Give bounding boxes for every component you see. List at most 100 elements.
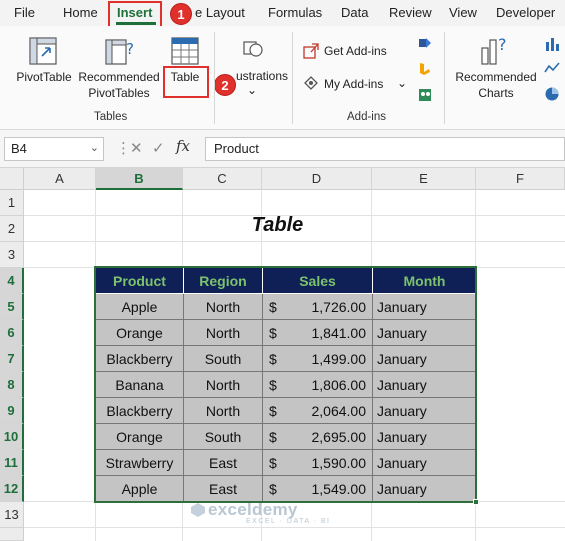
column-chart-icon[interactable]	[544, 36, 560, 52]
cell-sales[interactable]: $2,695.00	[262, 423, 373, 450]
row-header-9[interactable]: 9	[0, 398, 24, 424]
row-header-3[interactable]: 3	[0, 242, 24, 268]
recommended-pivot-tables-label-1[interactable]: Recommended	[78, 70, 160, 85]
people-graph-icon[interactable]	[418, 88, 432, 102]
recommended-charts-label-1[interactable]: Recommended	[452, 70, 540, 85]
menu-home[interactable]: Home	[63, 5, 98, 20]
row-header-14-partial[interactable]	[0, 528, 24, 541]
row-header-8[interactable]: 8	[0, 372, 24, 398]
cell-month[interactable]: January	[372, 449, 477, 476]
row-header-4[interactable]: 4	[0, 268, 24, 294]
recommended-pivot-tables-label-2[interactable]: PivotTables	[78, 86, 160, 101]
ribbon-separator	[444, 32, 445, 124]
cell-region[interactable]: South	[183, 345, 263, 372]
recommended-pivot-tables-icon[interactable]: ?	[104, 36, 136, 68]
menu-developer[interactable]: Developer	[496, 5, 555, 20]
sales-value: 1,549.00	[311, 480, 367, 497]
header-sales[interactable]: Sales	[262, 267, 373, 294]
visio-icon[interactable]	[418, 36, 432, 50]
name-box-dropdown-icon[interactable]: ⌄	[90, 141, 99, 154]
cell-product[interactable]: Orange	[95, 319, 184, 346]
cell-product[interactable]: Apple	[95, 293, 184, 320]
recommended-charts-label-2[interactable]: Charts	[452, 86, 540, 101]
table-icon[interactable]	[170, 36, 200, 66]
row-header-6[interactable]: 6	[0, 320, 24, 346]
my-add-ins-label[interactable]: My Add-ins	[324, 77, 383, 92]
row-header-11[interactable]: 11	[0, 450, 24, 476]
column-header-a[interactable]: A	[24, 168, 96, 190]
cell-product[interactable]: Blackberry	[95, 397, 184, 424]
cell-sales[interactable]: $1,841.00	[262, 319, 373, 346]
illustrations-label[interactable]: ustrations	[236, 69, 288, 84]
cell-product[interactable]: Orange	[95, 423, 184, 450]
menu-review[interactable]: Review	[389, 5, 432, 20]
row-header-2[interactable]: 2	[0, 216, 24, 242]
my-add-ins-dropdown-icon[interactable]: ⌄	[397, 76, 407, 91]
cell-region[interactable]: East	[183, 475, 263, 502]
cell-sales[interactable]: $1,806.00	[262, 371, 373, 398]
cell-month[interactable]: January	[372, 397, 477, 424]
column-header-f[interactable]: F	[476, 168, 565, 190]
cell-month[interactable]: January	[372, 293, 477, 320]
header-region[interactable]: Region	[183, 267, 263, 294]
cell-sales[interactable]: $1,590.00	[262, 449, 373, 476]
cell-region[interactable]: North	[183, 293, 263, 320]
pie-chart-icon[interactable]	[544, 86, 560, 102]
cell-sales[interactable]: $1,549.00	[262, 475, 373, 502]
cell-sales[interactable]: $2,064.00	[262, 397, 373, 424]
menu-page-layout[interactable]: e Layout	[195, 5, 245, 20]
get-add-ins-icon[interactable]	[302, 42, 320, 60]
cell-product[interactable]: Banana	[95, 371, 184, 398]
illustrations-dropdown-icon[interactable]: ⌄	[246, 83, 258, 98]
cell-sales[interactable]: $1,726.00	[262, 293, 373, 320]
cell-region[interactable]: North	[183, 319, 263, 346]
cell-region[interactable]: South	[183, 423, 263, 450]
menu-view[interactable]: View	[449, 5, 477, 20]
name-box[interactable]: B4 ⌄	[4, 137, 104, 161]
cell-region[interactable]: North	[183, 371, 263, 398]
cell-month[interactable]: January	[372, 319, 477, 346]
sheet-title[interactable]: Table	[183, 214, 372, 237]
column-header-c[interactable]: C	[183, 168, 262, 190]
cell-region[interactable]: East	[183, 449, 263, 476]
confirm-entry-icon[interactable]: ✓	[152, 139, 165, 157]
menu-file[interactable]: File	[14, 5, 35, 20]
row-header-12[interactable]: 12	[0, 476, 24, 502]
row-header-10[interactable]: 10	[0, 424, 24, 450]
illustrations-icon[interactable]	[242, 38, 266, 60]
get-add-ins-label[interactable]: Get Add-ins	[324, 44, 387, 59]
row-header-7[interactable]: 7	[0, 346, 24, 372]
cell-month[interactable]: January	[372, 423, 477, 450]
pivot-table-label[interactable]: PivotTable	[16, 70, 72, 85]
row-header-5[interactable]: 5	[0, 294, 24, 320]
row-header-1[interactable]: 1	[0, 190, 24, 216]
cell-product[interactable]: Apple	[95, 475, 184, 502]
menu-formulas[interactable]: Formulas	[268, 5, 322, 20]
pivot-table-icon[interactable]	[28, 36, 60, 68]
select-all-corner[interactable]	[0, 168, 24, 190]
cancel-entry-icon[interactable]: ✕	[130, 139, 143, 157]
header-product[interactable]: Product	[95, 267, 184, 294]
column-header-d[interactable]: D	[262, 168, 372, 190]
cell-product[interactable]: Blackberry	[95, 345, 184, 372]
cell-product[interactable]: Strawberry	[95, 449, 184, 476]
cell-month[interactable]: January	[372, 345, 477, 372]
bing-maps-icon[interactable]	[418, 62, 432, 76]
column-header-b[interactable]: B	[96, 168, 183, 190]
recommended-charts-icon[interactable]: ?	[478, 34, 514, 66]
formula-input[interactable]: Product	[205, 137, 565, 161]
line-chart-icon[interactable]	[544, 60, 560, 76]
table-header-row: Product Region Sales Month	[95, 267, 477, 294]
header-month[interactable]: Month	[372, 267, 477, 294]
cell-sales[interactable]: $1,499.00	[262, 345, 373, 372]
table-resize-handle[interactable]	[473, 499, 479, 505]
column-header-e[interactable]: E	[372, 168, 476, 190]
menu-data[interactable]: Data	[341, 5, 368, 20]
row-header-13[interactable]: 13	[0, 502, 24, 528]
cell-month[interactable]: January	[372, 475, 477, 502]
cell-month[interactable]: January	[372, 371, 477, 398]
insert-function-icon[interactable]: fx	[176, 137, 190, 155]
my-add-ins-icon[interactable]	[302, 74, 320, 92]
step-1-badge: 1	[170, 3, 192, 25]
cell-region[interactable]: North	[183, 397, 263, 424]
